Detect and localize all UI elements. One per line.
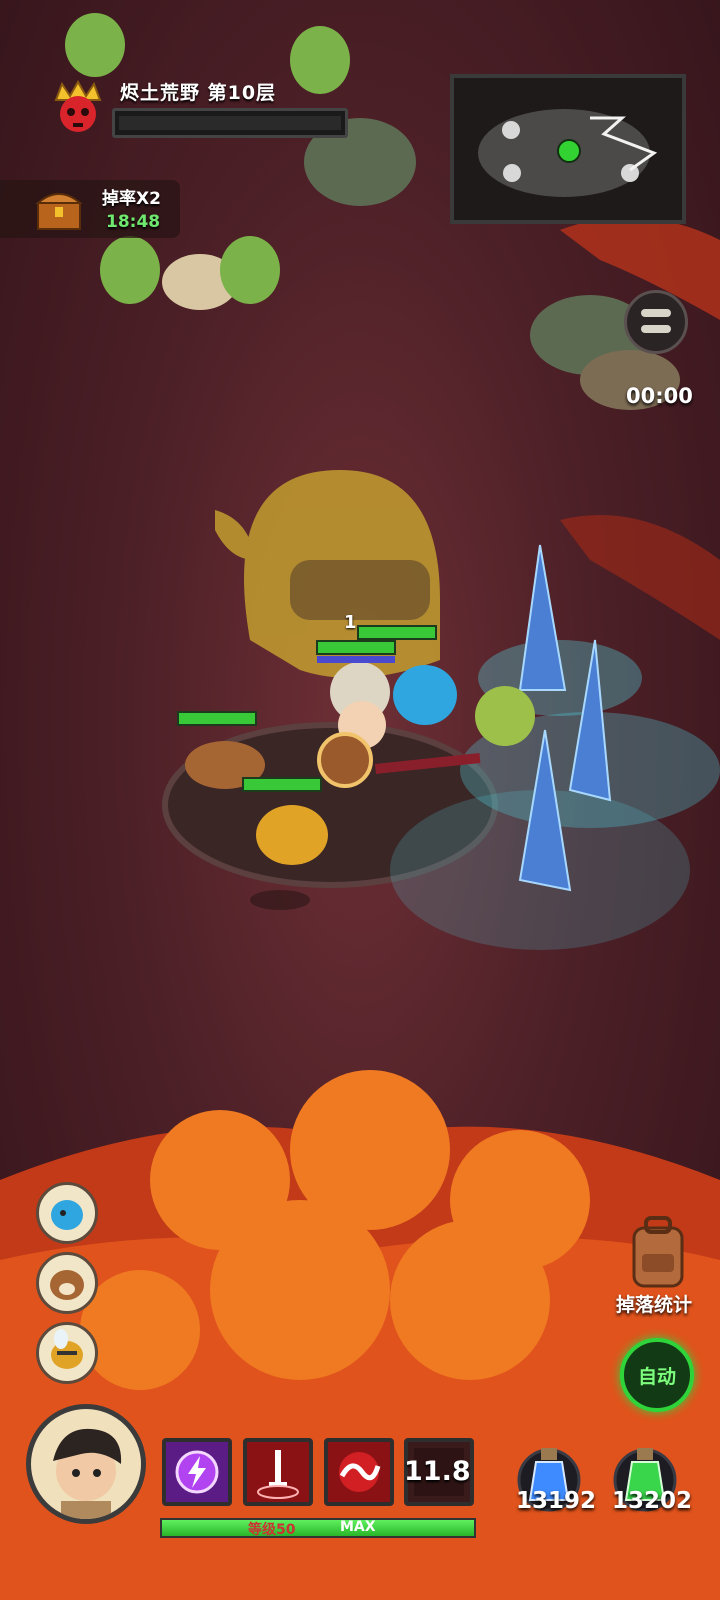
blue-potion-count: 13192 — [516, 1488, 597, 1514]
enemy-skull-icon — [502, 121, 520, 139]
player-marker-icon — [557, 139, 581, 163]
drop-rate-label: 掉率X2 — [102, 189, 161, 209]
pet-slot-bee[interactable] — [36, 1322, 98, 1384]
bee-hp-bar — [242, 777, 322, 792]
blue-dragon-pet-icon — [51, 1200, 83, 1230]
boss-skull-crown-icon — [54, 79, 102, 132]
exp-max-label: MAX — [340, 1519, 376, 1535]
pet-slot-dog[interactable] — [36, 1252, 98, 1314]
lightning-skill-icon — [175, 1450, 219, 1494]
menu-bar-icon — [641, 309, 671, 317]
bee-companion — [256, 805, 328, 865]
skill-sword-slash[interactable] — [243, 1438, 313, 1506]
dragon-hp-bar — [357, 625, 437, 640]
menu-bar-icon — [641, 325, 671, 333]
menu-button[interactable] — [624, 290, 688, 354]
hero-mana-bar — [317, 656, 395, 663]
potion-cork — [541, 1448, 557, 1460]
auto-battle-label: 自动 — [638, 1366, 677, 1388]
stage-title: 烬土荒野 第10层 — [120, 82, 277, 104]
buff-timer: 18:48 — [106, 212, 161, 232]
enemy-skull-icon — [503, 164, 521, 182]
boss-hp-bar — [112, 108, 348, 138]
hero-hp-bar — [316, 640, 396, 655]
battle-scene — [0, 13, 720, 1600]
skill-cooldown-text: 11.8 — [404, 1456, 471, 1487]
green-potion-count: 13202 — [612, 1488, 693, 1514]
sword-slash-skill-icon — [257, 1450, 299, 1499]
treasure-chest-icon — [35, 193, 83, 230]
damage-number: 1 — [344, 612, 357, 633]
hero-portrait-avatar[interactable] — [26, 1404, 146, 1524]
bee-pet-icon — [51, 1329, 83, 1369]
exp-bar-fill — [162, 1520, 474, 1536]
player-level-label: 等级50 — [248, 1522, 296, 1538]
dog-hp-bar — [177, 711, 257, 726]
minimap[interactable] — [450, 74, 686, 224]
swirl-skill-icon — [339, 1452, 381, 1492]
dog-pet-icon — [50, 1270, 84, 1300]
skill-lightning[interactable] — [162, 1438, 232, 1506]
blue-dragon-companion — [393, 665, 457, 725]
fluffy-green-enemy — [475, 686, 535, 746]
exp-bar — [160, 1518, 476, 1538]
battle-timer: 00:00 — [626, 384, 693, 408]
pet-slot-dragon[interactable] — [36, 1182, 98, 1244]
potion-cork — [637, 1448, 653, 1460]
skill-swirl[interactable] — [324, 1438, 394, 1506]
drop-stats-label: 掉落统计 — [616, 1294, 693, 1316]
